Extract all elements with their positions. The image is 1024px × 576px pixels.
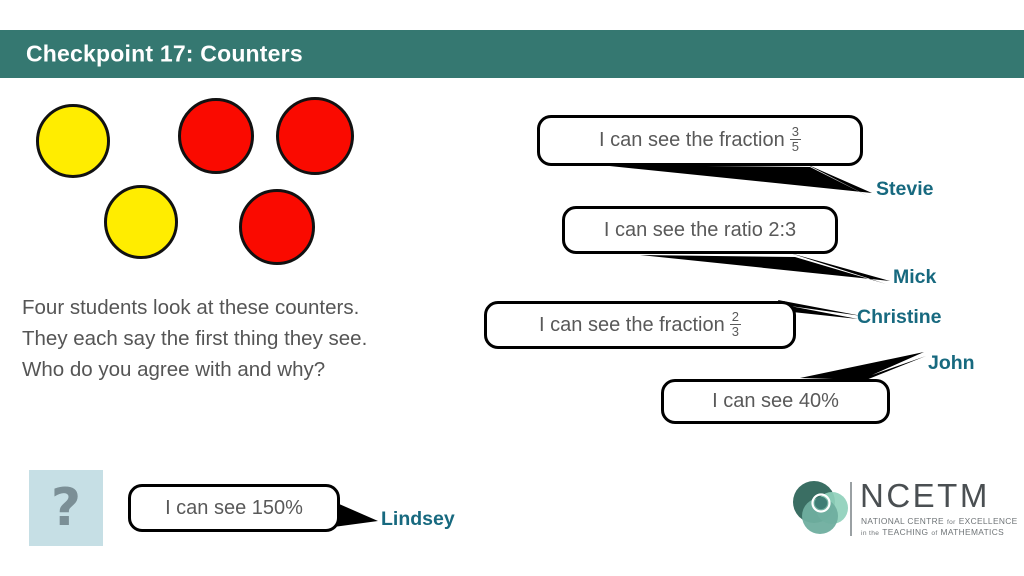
tagline-for: for xyxy=(946,519,956,526)
bubble-text-christine: I can see the fraction xyxy=(539,313,725,336)
fraction-numerator: 3 xyxy=(791,124,799,140)
ncetm-logo-mark xyxy=(793,481,848,534)
speech-bubble-lindsey: I can see 150% xyxy=(128,484,340,532)
logo-tagline-line-1: NATIONAL CENTRE for EXCELLENCE xyxy=(861,516,1021,526)
fraction-two-thirds: 2 3 xyxy=(729,308,741,339)
fraction-denominator: 3 xyxy=(729,323,741,339)
tagline-teaching: TEACHING xyxy=(882,527,929,537)
fraction-denominator: 5 xyxy=(789,139,801,154)
fraction-three-fifths: 3 5 xyxy=(789,124,801,154)
header-bar: Checkpoint 17: Counters xyxy=(0,30,1024,78)
ncetm-logo: NCETM NATIONAL CENTRE for EXCELLENCE in th… xyxy=(788,477,1017,540)
bubble-text-john: I can see 40% xyxy=(712,390,839,412)
prompt-line-1: Four students look at these counters. xyxy=(22,296,360,319)
logo-wordmark: NCETM xyxy=(860,477,990,514)
prompt-line-2: They each say the first thing they see. xyxy=(22,327,368,350)
counter-red-3 xyxy=(239,189,315,265)
speaker-name-john: John xyxy=(928,352,975,374)
bubble-text-stevie: I can see the fraction xyxy=(599,129,785,151)
tail-john xyxy=(800,352,926,380)
counter-red-1 xyxy=(178,98,254,174)
logo-divider xyxy=(850,482,852,536)
counter-yellow-1 xyxy=(36,104,110,178)
speech-bubble-john: I can see 40% xyxy=(661,379,890,424)
tagline-of: of xyxy=(931,530,938,537)
speaker-name-mick: Mick xyxy=(893,266,937,288)
tail-mick xyxy=(640,253,890,284)
page-title: Checkpoint 17: Counters xyxy=(26,40,303,67)
speaker-name-christine: Christine xyxy=(857,306,942,328)
tail-stevie xyxy=(600,164,872,196)
speaker-name-stevie: Stevie xyxy=(876,178,934,200)
prompt-line-3: Who do you agree with and why? xyxy=(22,358,326,381)
speaker-name-lindsey: Lindsey xyxy=(381,508,455,530)
counter-red-2 xyxy=(276,97,354,175)
counter-yellow-2 xyxy=(104,185,178,259)
logo-circle-dot xyxy=(814,496,828,510)
bubble-text-mick: I can see the ratio 2:3 xyxy=(603,218,797,241)
speech-bubble-mick: I can see the ratio 2:3 xyxy=(562,206,838,254)
bubble-text-lindsey: I can see 150% xyxy=(165,496,303,519)
fraction-numerator: 2 xyxy=(731,308,739,324)
question-mark-icon: ? xyxy=(50,478,82,538)
speech-bubble-stevie: I can see the fraction 3 5 xyxy=(537,115,863,166)
prompt-text: Four students look at these counters. Th… xyxy=(22,292,452,385)
tagline-excellence: EXCELLENCE xyxy=(958,516,1018,526)
speech-bubble-christine: I can see the fraction 2 3 xyxy=(484,301,796,349)
question-icon-box: ? xyxy=(29,470,103,546)
tagline-mathematics: MATHEMATICS xyxy=(940,527,1005,537)
tagline-in-the: in the xyxy=(861,530,880,537)
tagline-national-centre: NATIONAL CENTRE xyxy=(861,516,944,526)
logo-tagline-line-2: in the TEACHING of MATHEMATICS xyxy=(861,527,1007,537)
